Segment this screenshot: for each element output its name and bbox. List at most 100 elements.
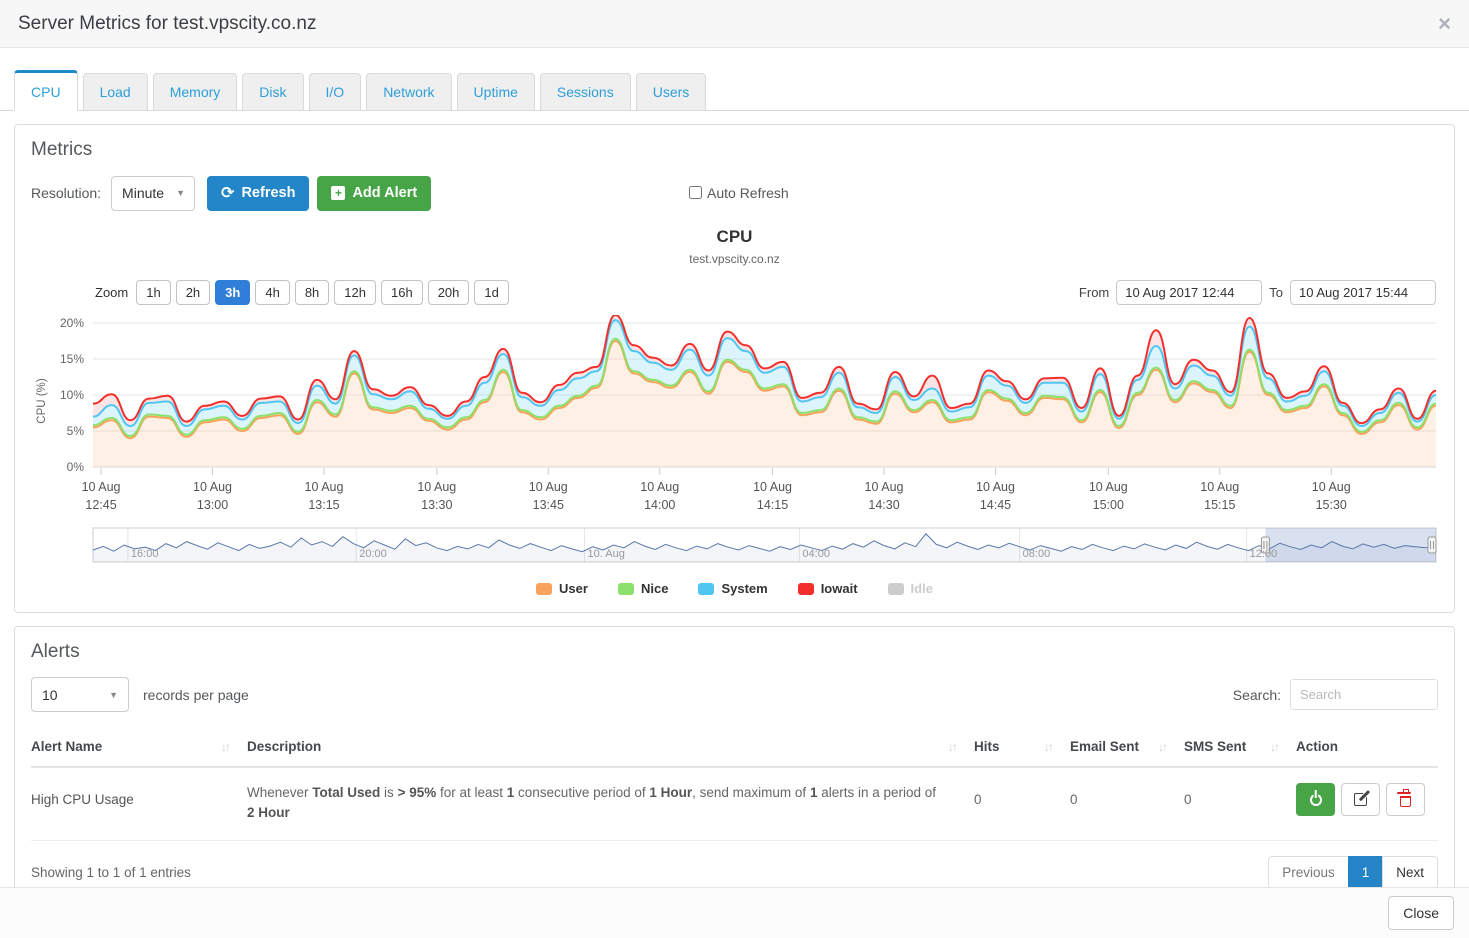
resolution-select[interactable]: Minute ▼	[111, 176, 195, 211]
alerts-heading: Alerts	[31, 641, 1438, 663]
zoom-button-16h[interactable]: 16h	[381, 280, 423, 305]
plus-square-icon: +	[331, 186, 345, 200]
pagination-next[interactable]: Next	[1382, 856, 1438, 889]
legend-item-idle[interactable]: Idle	[888, 581, 933, 596]
sort-icon[interactable]: ↓↑	[221, 740, 229, 754]
legend-swatch-system	[698, 583, 714, 595]
svg-text:15%: 15%	[60, 352, 84, 366]
table-row: High CPU UsageWhenever Total Used is > 9…	[31, 768, 1438, 841]
zoom-button-8h[interactable]: 8h	[295, 280, 329, 305]
tab-cpu[interactable]: CPU	[14, 70, 78, 111]
alerts-table: Alert Name↓↑Description↓↑Hits↓↑Email Sen…	[31, 730, 1438, 841]
svg-text:15:15: 15:15	[1204, 498, 1235, 512]
svg-text:10%: 10%	[60, 388, 84, 402]
column-header-alert-name[interactable]: Alert Name↓↑	[31, 739, 247, 754]
zoom-button-2h[interactable]: 2h	[176, 280, 210, 305]
svg-text:10 Aug: 10 Aug	[640, 480, 679, 494]
svg-text:10 Aug: 10 Aug	[1200, 480, 1239, 494]
navigator-selection	[1265, 528, 1436, 562]
page-size-select[interactable]: 10 ▼	[31, 677, 129, 712]
zoom-button-20h[interactable]: 20h	[428, 280, 470, 305]
column-header-sms-sent[interactable]: SMS Sent↓↑	[1184, 739, 1296, 754]
column-header-description[interactable]: Description↓↑	[247, 739, 974, 754]
alerts-controls: 10 ▼ records per page Search:	[31, 677, 1438, 712]
edit-alert-button[interactable]	[1341, 783, 1380, 816]
tab-memory[interactable]: Memory	[153, 73, 238, 111]
svg-text:10 Aug: 10 Aug	[1089, 480, 1128, 494]
chart-navigator[interactable]: 16:0020:0010. Aug04:0008:0012:00	[31, 525, 1438, 569]
column-label: Email Sent	[1070, 739, 1139, 754]
tab-i-o[interactable]: I/O	[309, 73, 362, 111]
svg-text:10 Aug: 10 Aug	[1312, 480, 1351, 494]
tab-network[interactable]: Network	[366, 73, 451, 111]
pagination-previous[interactable]: Previous	[1268, 856, 1349, 889]
tab-bar: CPULoadMemoryDiskI/ONetworkUptimeSession…	[0, 70, 1469, 111]
legend-item-iowait[interactable]: Iowait	[798, 581, 858, 596]
tab-users[interactable]: Users	[636, 73, 707, 111]
sort-icon[interactable]: ↓↑	[1270, 740, 1278, 754]
metrics-toolbar: Resolution: Minute ▼ ⟳ Refresh + Add Ale…	[31, 175, 1438, 211]
svg-text:15:00: 15:00	[1093, 498, 1124, 512]
zoom-row: Zoom 1h2h3h4h8h12h16h20h1d From To	[31, 280, 1438, 305]
auto-refresh-label: Auto Refresh	[707, 185, 789, 201]
column-header-hits[interactable]: Hits↓↑	[974, 739, 1070, 754]
svg-text:14:30: 14:30	[868, 498, 899, 512]
resolution-label: Resolution:	[31, 185, 101, 201]
trash-icon	[1400, 796, 1411, 807]
svg-text:5%: 5%	[67, 424, 85, 438]
svg-text:12:00: 12:00	[1250, 548, 1278, 560]
refresh-button[interactable]: ⟳ Refresh	[207, 176, 309, 211]
svg-text:10 Aug: 10 Aug	[193, 480, 232, 494]
search-input[interactable]	[1290, 679, 1438, 710]
auto-refresh-checkbox[interactable]	[689, 186, 702, 199]
cpu-area-chart[interactable]: 0%5%10%15%20%CPU (%)10 Aug12:4510 Aug13:…	[31, 315, 1438, 517]
legend-item-user[interactable]: User	[536, 581, 588, 596]
modal-header: Server Metrics for test.vpscity.co.nz ×	[0, 0, 1469, 48]
refresh-button-label: Refresh	[241, 185, 295, 201]
sort-icon[interactable]: ↓↑	[1158, 740, 1166, 754]
delete-alert-button[interactable]	[1386, 783, 1425, 816]
alerts-panel: Alerts 10 ▼ records per page Search: Ale…	[14, 626, 1455, 906]
action-cell	[1296, 783, 1438, 816]
chevron-down-icon: ▼	[176, 188, 185, 198]
zoom-buttons: 1h2h3h4h8h12h16h20h1d	[136, 280, 514, 305]
legend-label-user: User	[559, 581, 588, 596]
zoom-button-1d[interactable]: 1d	[474, 280, 508, 305]
from-date-input[interactable]	[1116, 280, 1262, 305]
tab-uptime[interactable]: Uptime	[457, 73, 535, 111]
column-header-email-sent[interactable]: Email Sent ↓↑	[1070, 739, 1184, 754]
svg-text:08:00: 08:00	[1023, 548, 1051, 560]
legend-swatch-idle	[888, 583, 904, 595]
legend-label-nice: Nice	[641, 581, 668, 596]
svg-text:13:00: 13:00	[197, 498, 228, 512]
resolution-value: Minute	[122, 185, 164, 201]
tab-load[interactable]: Load	[83, 73, 148, 111]
tab-disk[interactable]: Disk	[242, 73, 303, 111]
sort-icon[interactable]: ↓↑	[1044, 740, 1052, 754]
add-alert-button[interactable]: + Add Alert	[317, 176, 431, 211]
legend-item-nice[interactable]: Nice	[618, 581, 668, 596]
svg-text:10 Aug: 10 Aug	[976, 480, 1015, 494]
to-date-input[interactable]	[1290, 280, 1436, 305]
enable-alert-button[interactable]	[1296, 783, 1335, 816]
svg-text:10 Aug: 10 Aug	[305, 480, 344, 494]
sort-icon[interactable]: ↓↑	[948, 740, 956, 754]
zoom-button-3h[interactable]: 3h	[215, 280, 250, 305]
refresh-icon: ⟳	[221, 183, 234, 203]
legend-item-system[interactable]: System	[698, 581, 767, 596]
zoom-button-1h[interactable]: 1h	[136, 280, 170, 305]
zoom-button-12h[interactable]: 12h	[334, 280, 376, 305]
legend-swatch-iowait	[798, 583, 814, 595]
svg-text:0%: 0%	[67, 460, 85, 474]
zoom-button-4h[interactable]: 4h	[255, 280, 289, 305]
email-sent-cell: 0	[1070, 783, 1184, 807]
close-button[interactable]: Close	[1388, 896, 1454, 930]
column-header-action: Action	[1296, 739, 1438, 754]
tab-sessions[interactable]: Sessions	[540, 73, 631, 111]
date-range-controls: From To	[1079, 280, 1436, 305]
close-icon[interactable]: ×	[1438, 13, 1451, 35]
hits-cell: 0	[974, 783, 1070, 807]
pagination-page-1[interactable]: 1	[1348, 856, 1384, 889]
chart-title: CPU	[31, 227, 1438, 247]
add-alert-button-label: Add Alert	[352, 185, 417, 201]
